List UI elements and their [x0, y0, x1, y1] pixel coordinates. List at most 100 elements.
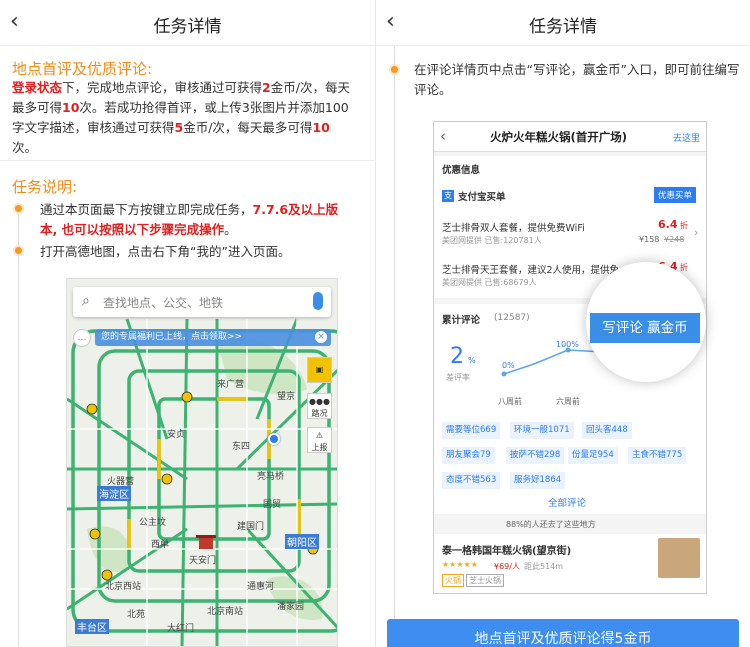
bad-rate-unit: %: [468, 356, 476, 365]
map-label: 望京: [277, 392, 296, 402]
current-location-icon: [268, 433, 280, 445]
promo-banner[interactable]: 您的专属福利已上线，点击领取>> ×: [95, 329, 331, 346]
map-district-label: 丰台区: [75, 619, 109, 634]
deal-1-price: 6.4: [658, 218, 678, 231]
all-reviews-row[interactable]: 全部评论: [434, 490, 706, 514]
zoom-callout: 写评论 赢金币: [586, 262, 706, 382]
goto-link[interactable]: 去这里: [673, 131, 700, 144]
layers-button[interactable]: ▣: [307, 357, 332, 383]
reviews-title: 累计评论: [442, 315, 481, 326]
timeline-dot: [389, 64, 400, 75]
review-tag[interactable]: 朋友聚会79: [442, 447, 495, 464]
left-panel: ‹ 任务详情 地点首评及优质评论: 登录状态下，完成地点评论，审核通过可获得2金…: [0, 0, 375, 647]
promo-banner-text: 您的专属福利已上线，点击领取>>: [101, 332, 243, 342]
map-screenshot: ⌕ 查找地点、公交、地铁 … 您的专属福利已上线，点击领取>> × ▣ ●●● 路…: [66, 278, 338, 647]
trend-point-2-value: 100%: [556, 340, 579, 349]
deal-2-sub: 美团网提供 已售:68679人: [442, 278, 537, 287]
section-title-reward: 地点首评及优质评论:: [12, 60, 153, 78]
deal-2-unit: 折: [680, 263, 688, 272]
deal-1-price-original: ¥248: [664, 235, 685, 244]
search-icon: ⌕: [82, 293, 90, 309]
alipay-icon: 支: [442, 190, 454, 202]
map-label: 亮马桥: [257, 472, 285, 482]
rec-tag: 芝士火锅: [466, 574, 504, 587]
report-button-label: 上报: [311, 443, 328, 452]
timeline-dot: [13, 203, 24, 214]
page-title: 任务详情: [153, 17, 222, 37]
deal-1-name: 芝士排骨双人套餐，提供免费WiFi: [442, 223, 585, 234]
trend-label-1: 八周前: [498, 397, 522, 406]
complete-task-button[interactable]: 地点首评及优质评论得5金币: [387, 619, 739, 647]
step-3-text: 在评论详情页中点击“写评论，赢金币”入口，即可前往编写评论。: [414, 62, 740, 97]
step-1-text: 通过本页面最下方按键立即完成任务，7.7.6及以上版 本, 也可以按照以下步骤完…: [40, 202, 339, 237]
also-visit-row: 88%的人还去了这些地方: [434, 518, 706, 532]
review-tag[interactable]: 份量足954: [568, 447, 618, 464]
deal-1-unit: 折: [680, 221, 688, 230]
review-tag[interactable]: 环境一般1071: [510, 422, 574, 439]
discount-pay-button[interactable]: 优惠买单: [654, 187, 697, 203]
alipay-label: 支付宝买单: [458, 192, 506, 203]
trend-label-2: 六周前: [556, 397, 580, 406]
layers-icon: ▣: [315, 365, 324, 374]
review-tag[interactable]: 服务好1864: [510, 472, 566, 489]
page-title: 任务详情: [529, 17, 597, 37]
chevron-right-icon[interactable]: ›: [694, 226, 698, 239]
deal-2-name: 芝士排骨天王套餐，建议2人使用，提供免...: [442, 265, 629, 276]
bad-rate-label: 差评率: [446, 373, 470, 382]
map-district-label: 朝阳区: [285, 534, 319, 549]
map-label: 公主坟: [139, 518, 167, 528]
write-review-button[interactable]: 写评论 赢金币: [590, 313, 700, 343]
map-label: 大红门: [167, 624, 195, 634]
map-label: 潘家园: [277, 602, 305, 612]
map-label: 北京南站: [207, 607, 244, 617]
section-title-instructions: 任务说明:: [12, 178, 78, 196]
also-visit-text: 88%的人还去了这些地方: [506, 520, 596, 529]
map-label: 北苑: [127, 610, 146, 620]
recommend-card[interactable]: 泰一格韩国年糕火锅(望京街) ★★★★★ ¥69/人 距此514m 火锅 芝士火…: [434, 534, 706, 593]
trend-point-1-value: 0%: [502, 361, 515, 370]
map-label: 西单: [151, 540, 170, 550]
map-label: 来广营: [217, 380, 245, 390]
review-tag[interactable]: 披萨不错298: [506, 447, 565, 464]
map-label: 通惠河: [247, 582, 275, 592]
message-icon[interactable]: …: [73, 329, 91, 347]
map-district-label: 海淀区: [97, 486, 131, 501]
step-2-text: 打开高德地图，点击右下角“我的”进入页面。: [40, 244, 291, 259]
all-reviews-link[interactable]: 全部评论: [548, 495, 586, 509]
traffic-button-label: 路况: [311, 409, 328, 418]
traffic-button[interactable]: ●●● 路况: [307, 393, 332, 419]
chevron-left-icon[interactable]: ‹: [440, 127, 446, 145]
map-label: 天安门: [189, 556, 217, 566]
offers-title: 优惠信息: [442, 165, 481, 176]
restaurant-title: 火炉火年糕火锅(首开广场): [490, 130, 628, 144]
report-button[interactable]: ⚠ 上报: [307, 427, 332, 453]
rec-name: 泰一格韩国年糕火锅(望京街): [442, 546, 572, 557]
deal-1-sub: 美团网提供 已售:120781人: [442, 236, 542, 245]
right-panel: ‹ 任务详情 在评论详情页中点击“写评论，赢金币”入口，即可前往编写评论。 ‹ …: [376, 0, 750, 647]
map-search-bar[interactable]: ⌕ 查找地点、公交、地铁: [73, 287, 331, 317]
review-tag[interactable]: 主食不错775: [628, 447, 687, 464]
reviews-count: (12587): [494, 313, 530, 323]
rec-price: ¥69/人: [494, 562, 520, 571]
review-tag[interactable]: 需要等位669: [442, 422, 501, 439]
rec-distance: 距此514m: [524, 562, 564, 571]
map-label: 建国门: [237, 522, 265, 532]
timeline-line: [394, 46, 395, 647]
food-thumbnail: [658, 538, 700, 578]
phone-nav: ‹ 火炉火年糕火锅(首开广场) 去这里: [434, 122, 706, 152]
divider: [0, 160, 375, 161]
map-label: 国贸: [263, 500, 282, 510]
deal-1-price-now: ¥158: [639, 235, 660, 244]
map-label: 安贞: [167, 430, 186, 440]
traffic-light-icon: ●●●: [309, 397, 330, 406]
bad-rate-value: 2: [450, 344, 464, 369]
microphone-icon[interactable]: [313, 292, 323, 310]
warning-icon: ⚠: [315, 431, 324, 440]
nav-bar: ‹ 任务详情: [376, 0, 750, 46]
nav-bar: ‹ 任务详情: [0, 0, 375, 46]
review-tag[interactable]: 回头客448: [582, 422, 632, 439]
timeline-line: [18, 206, 19, 647]
close-icon[interactable]: ×: [315, 331, 327, 343]
map-label: 东四: [232, 442, 251, 452]
review-tag[interactable]: 态度不错563: [442, 472, 501, 489]
